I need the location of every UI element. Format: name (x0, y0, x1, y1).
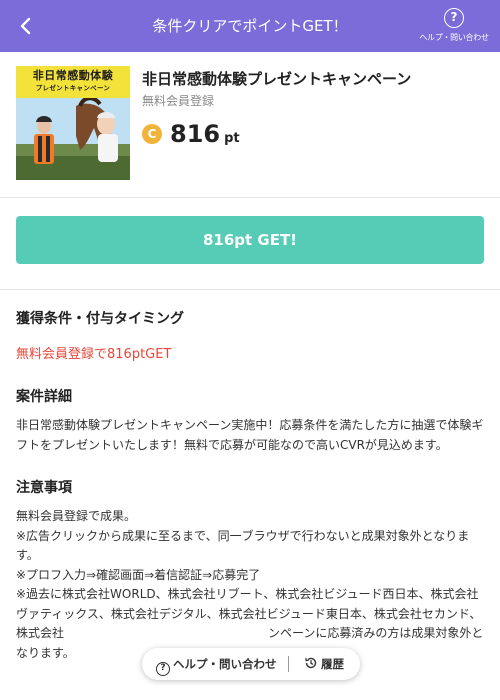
question-circle-icon: ? (156, 662, 170, 676)
notes-line: ※プロフ入力⇒確認画面⇒着信認証⇒応募完了 (16, 567, 261, 582)
notes-line: ※広告クリックから成果に至るまで、同一ブラウザで行わないと成果対象外となります。 (16, 528, 470, 563)
floating-action-bar: ? ヘルプ・問い合わせ 履歴 (142, 648, 360, 680)
detail-heading: 案件詳細 (16, 389, 72, 405)
offer-details: 獲得条件・付与タイミング 無料会員登録で816ptGET 案件詳細 非日常感動体… (16, 290, 486, 663)
header-help-button[interactable]: ? ヘルプ・問い合わせ (418, 8, 490, 43)
offer-title: 非日常感動体験プレゼントキャンペーン (142, 70, 412, 88)
chevron-left-icon[interactable] (14, 12, 38, 40)
get-points-button[interactable]: 816pt GET! (16, 216, 484, 264)
floating-history-label: 履歴 (321, 657, 344, 671)
notes-line: 無料会員登録で成果。 (16, 509, 137, 523)
floating-history-button[interactable]: 履歴 (304, 648, 344, 680)
condition-heading: 獲得条件・付与タイミング (16, 311, 184, 327)
floating-help-label: ヘルプ・問い合わせ (173, 657, 277, 671)
offer-card: 非日常感動体験 プレゼントキャンペーン 非日常感動体験プレゼントキャンペーン 無… (0, 52, 500, 198)
condition-text: 無料会員登録で816ptGET (16, 347, 172, 362)
notes-heading: 注意事項 (16, 480, 72, 496)
offer-subtitle: 無料会員登録 (142, 94, 215, 108)
notes-text: 無料会員登録で成果。 ※広告クリックから成果に至るまで、同一ブラウザで行わないと… (16, 507, 486, 663)
offer-points: 816 pt (170, 118, 240, 155)
floating-help-button[interactable]: ? ヘルプ・問い合わせ (156, 648, 277, 680)
offer-image-banner: 非日常感動体験 プレゼントキャンペーン (16, 66, 130, 98)
offer-image: 非日常感動体験 プレゼントキャンペーン (16, 66, 130, 180)
header-help-label: ヘルプ・問い合わせ (419, 33, 489, 42)
get-button-area: 816pt GET! (0, 198, 500, 290)
divider (288, 656, 289, 672)
points-value: 816 (170, 120, 221, 148)
points-unit: pt (224, 131, 240, 146)
coin-icon: C (142, 124, 162, 144)
page-title: 条件クリアでポイントGET！ (152, 17, 348, 35)
header-bar: 条件クリアでポイントGET！ ? ヘルプ・問い合わせ (0, 0, 500, 52)
question-circle-icon: ? (444, 8, 464, 28)
detail-text: 非日常感動体験プレゼントキャンペーン実施中！応募条件を満たした方に抽選で体験ギフ… (16, 418, 484, 452)
history-icon (305, 657, 317, 669)
